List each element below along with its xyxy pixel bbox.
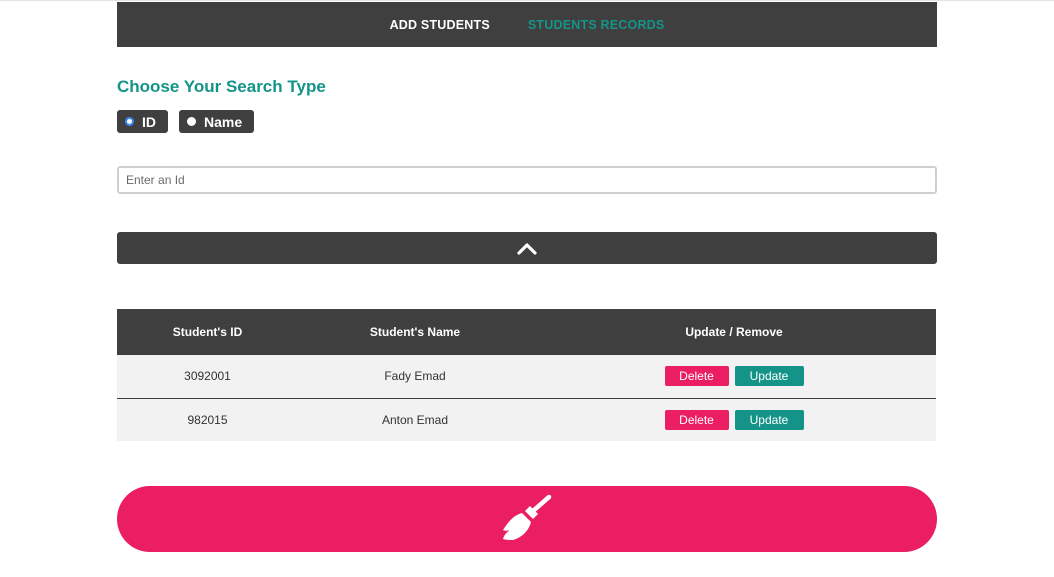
top-divider — [0, 0, 1054, 1]
search-id-input[interactable] — [117, 166, 937, 194]
header-student-name: Student's Name — [298, 309, 532, 355]
table-row: 982015 Anton Emad Delete Update — [117, 398, 936, 441]
radio-unchecked-icon[interactable] — [187, 117, 196, 126]
update-button[interactable]: Update — [734, 409, 804, 430]
cell-student-name: Fady Emad — [298, 355, 532, 399]
header-student-id: Student's ID — [117, 309, 298, 355]
delete-button[interactable]: Delete — [664, 366, 729, 387]
table-row: 3092001 Fady Emad Delete Update — [117, 355, 936, 399]
update-button[interactable]: Update — [734, 366, 804, 387]
cell-student-id: 3092001 — [117, 355, 298, 399]
students-table: Student's ID Student's Name Update / Rem… — [117, 309, 936, 441]
nav-add-students[interactable]: ADD STUDENTS — [390, 18, 490, 32]
radio-checked-icon[interactable] — [125, 117, 134, 126]
search-type-title: Choose Your Search Type — [117, 77, 326, 96]
top-navbar: ADD STUDENTS STUDENTS RECORDS — [117, 2, 937, 47]
cell-actions: Delete Update — [532, 355, 936, 399]
delete-button[interactable]: Delete — [664, 409, 729, 430]
broom-icon — [503, 494, 552, 540]
cell-student-id: 982015 — [117, 398, 298, 441]
collapse-toggle-bar[interactable] — [117, 232, 937, 264]
radio-option-id-label: ID — [142, 113, 156, 130]
radio-option-name[interactable]: Name — [179, 110, 255, 133]
cell-actions: Delete Update — [532, 398, 936, 441]
radio-option-name-label: Name — [204, 113, 243, 130]
search-type-radio-group: ID Name — [117, 110, 255, 133]
nav-students-records[interactable]: STUDENTS RECORDS — [528, 18, 665, 32]
header-update-remove: Update / Remove — [532, 309, 936, 355]
cell-student-name: Anton Emad — [298, 398, 532, 441]
chevron-up-icon — [517, 243, 537, 255]
table-header-row: Student's ID Student's Name Update / Rem… — [117, 309, 936, 355]
clear-button[interactable] — [117, 486, 937, 552]
radio-option-id[interactable]: ID — [117, 110, 168, 133]
